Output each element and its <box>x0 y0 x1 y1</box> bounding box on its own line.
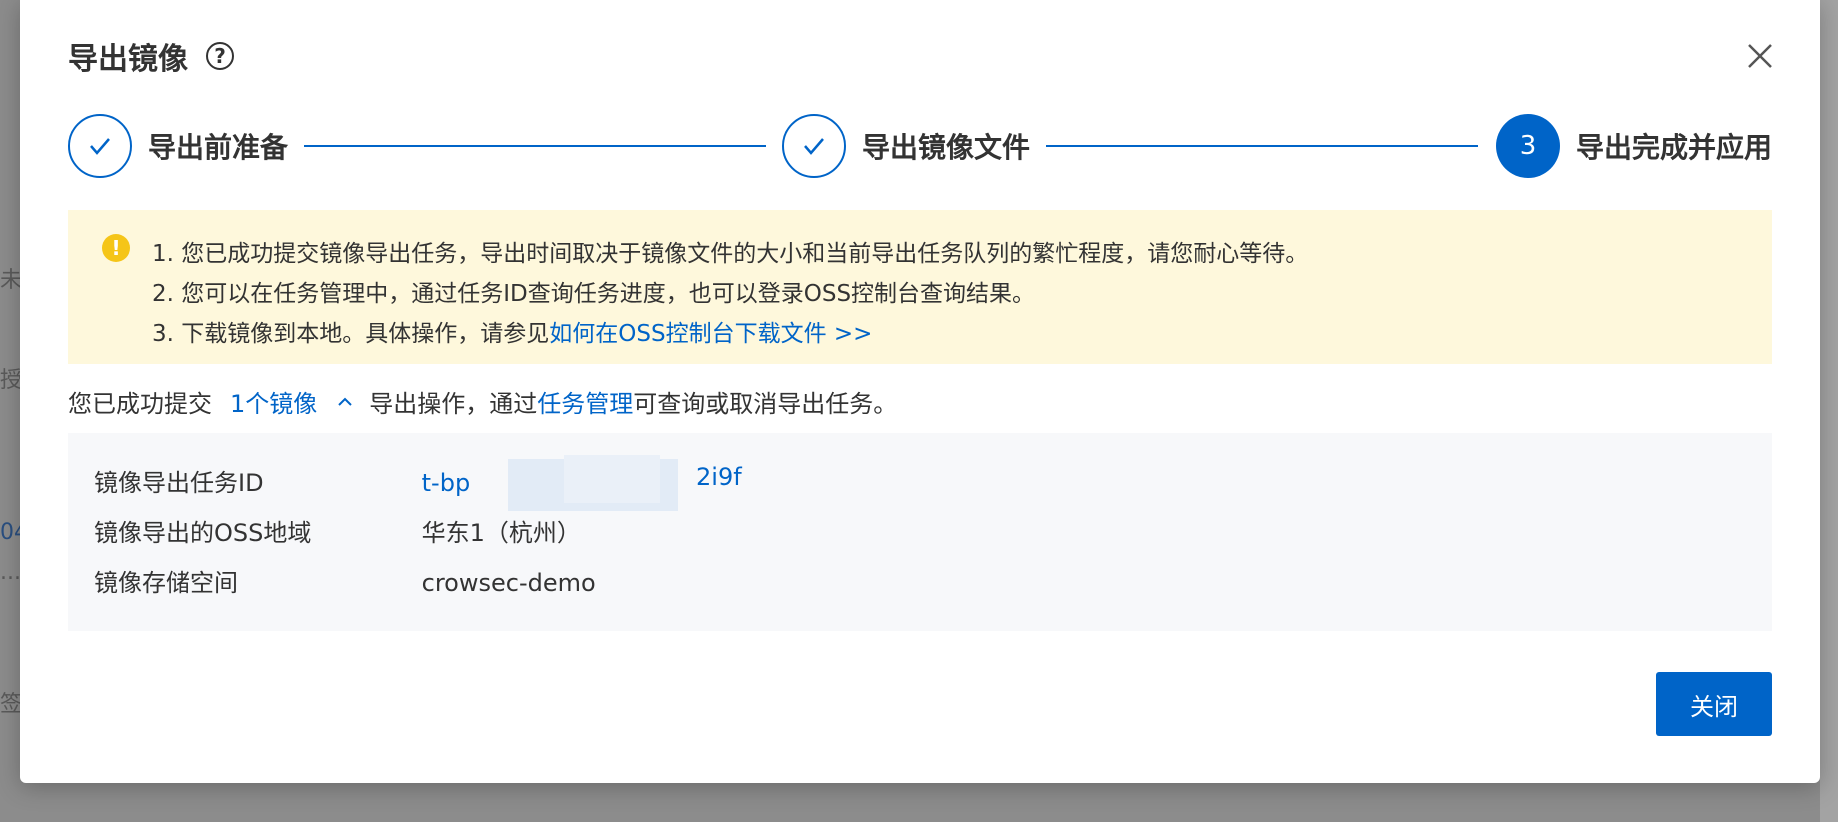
info-value: crowsec-demo <box>421 569 596 597</box>
close-button[interactable]: 关闭 <box>1656 672 1772 736</box>
step-label: 导出镜像文件 <box>862 131 1031 164</box>
export-details: 镜像导出任务ID t-bp 2i9f 镜像导出的OSS地域 华东1（杭州） 镜像… <box>68 433 1772 631</box>
dialog-title: 导出镜像 <box>68 42 188 77</box>
oss-download-help-link[interactable]: 如何在OSS控制台下载文件 >> <box>549 321 872 347</box>
image-count-toggle[interactable]: 1个镜像 <box>230 384 317 419</box>
step-complete: 3 导出完成并应用 <box>1496 114 1772 178</box>
info-row-region: 镜像导出的OSS地域 华东1（杭州） <box>94 513 581 548</box>
notice-line: 2. 您可以在任务管理中，通过任务ID查询任务进度，也可以登录OSS控制台查询结… <box>152 281 1036 307</box>
step-connector <box>1046 145 1478 147</box>
close-icon[interactable] <box>1746 42 1774 70</box>
dialog-header: 导出镜像 ? <box>68 34 234 78</box>
notice-line: 3. 下载镜像到本地。具体操作，请参见如何在OSS控制台下载文件 >> <box>152 314 872 348</box>
notice-panel: ! 1. 您已成功提交镜像导出任务，导出时间取决于镜像文件的大小和当前导出任务队… <box>68 210 1772 364</box>
chevron-up-icon[interactable] <box>337 394 353 410</box>
info-key: 镜像导出的OSS地域 <box>94 519 312 547</box>
task-id-link[interactable]: t-bp <box>422 469 471 497</box>
summary-text: 您已成功提交 1个镜像 导出操作，通过 任务管理 可查询或取消导出任务。 <box>68 384 897 419</box>
step-connector <box>304 145 766 147</box>
step-export-file: 导出镜像文件 <box>782 114 1030 178</box>
warning-icon: ! <box>102 234 130 262</box>
step-label: 导出前准备 <box>148 131 289 164</box>
info-row-bucket: 镜像存储空间 crowsec-demo <box>94 563 596 598</box>
background-text: 授 <box>0 368 23 393</box>
export-image-dialog: 导出镜像 ? 导出前准备 导出镜像文件 3 导出完成并应用 ! 1. 您已成功提… <box>20 0 1820 783</box>
check-icon <box>68 114 132 178</box>
progress-steps: 导出前准备 导出镜像文件 3 导出完成并应用 <box>68 114 1772 178</box>
info-value: 华东1（杭州） <box>421 519 581 547</box>
summary-prefix: 您已成功提交 <box>68 390 212 418</box>
notice-text: 3. 下载镜像到本地。具体操作，请参见 <box>152 321 550 347</box>
background-panel <box>1820 0 1838 822</box>
background-text: 签 <box>0 692 23 717</box>
background-text: 未 <box>0 268 23 293</box>
background-text: ... <box>0 560 21 585</box>
summary-suffix: 可查询或取消导出任务。 <box>633 390 898 418</box>
task-id-tail[interactable]: 2i9f <box>696 463 742 491</box>
info-row-task-id: 镜像导出任务ID t-bp <box>94 463 470 498</box>
step-number: 3 <box>1496 114 1560 178</box>
step-label: 导出完成并应用 <box>1576 131 1773 164</box>
info-row-task-id-tail: 2i9f <box>696 463 742 491</box>
check-icon <box>782 114 846 178</box>
info-key: 镜像导出任务ID <box>94 469 264 497</box>
notice-line: 1. 您已成功提交镜像导出任务，导出时间取决于镜像文件的大小和当前导出任务队列的… <box>152 241 1309 267</box>
redaction-mask <box>564 455 660 503</box>
info-key: 镜像存储空间 <box>94 569 238 597</box>
question-circle-icon[interactable]: ? <box>206 42 234 70</box>
task-management-link[interactable]: 任务管理 <box>537 384 633 419</box>
step-prepare: 导出前准备 <box>68 114 288 178</box>
summary-middle: 导出操作，通过 <box>369 390 538 418</box>
